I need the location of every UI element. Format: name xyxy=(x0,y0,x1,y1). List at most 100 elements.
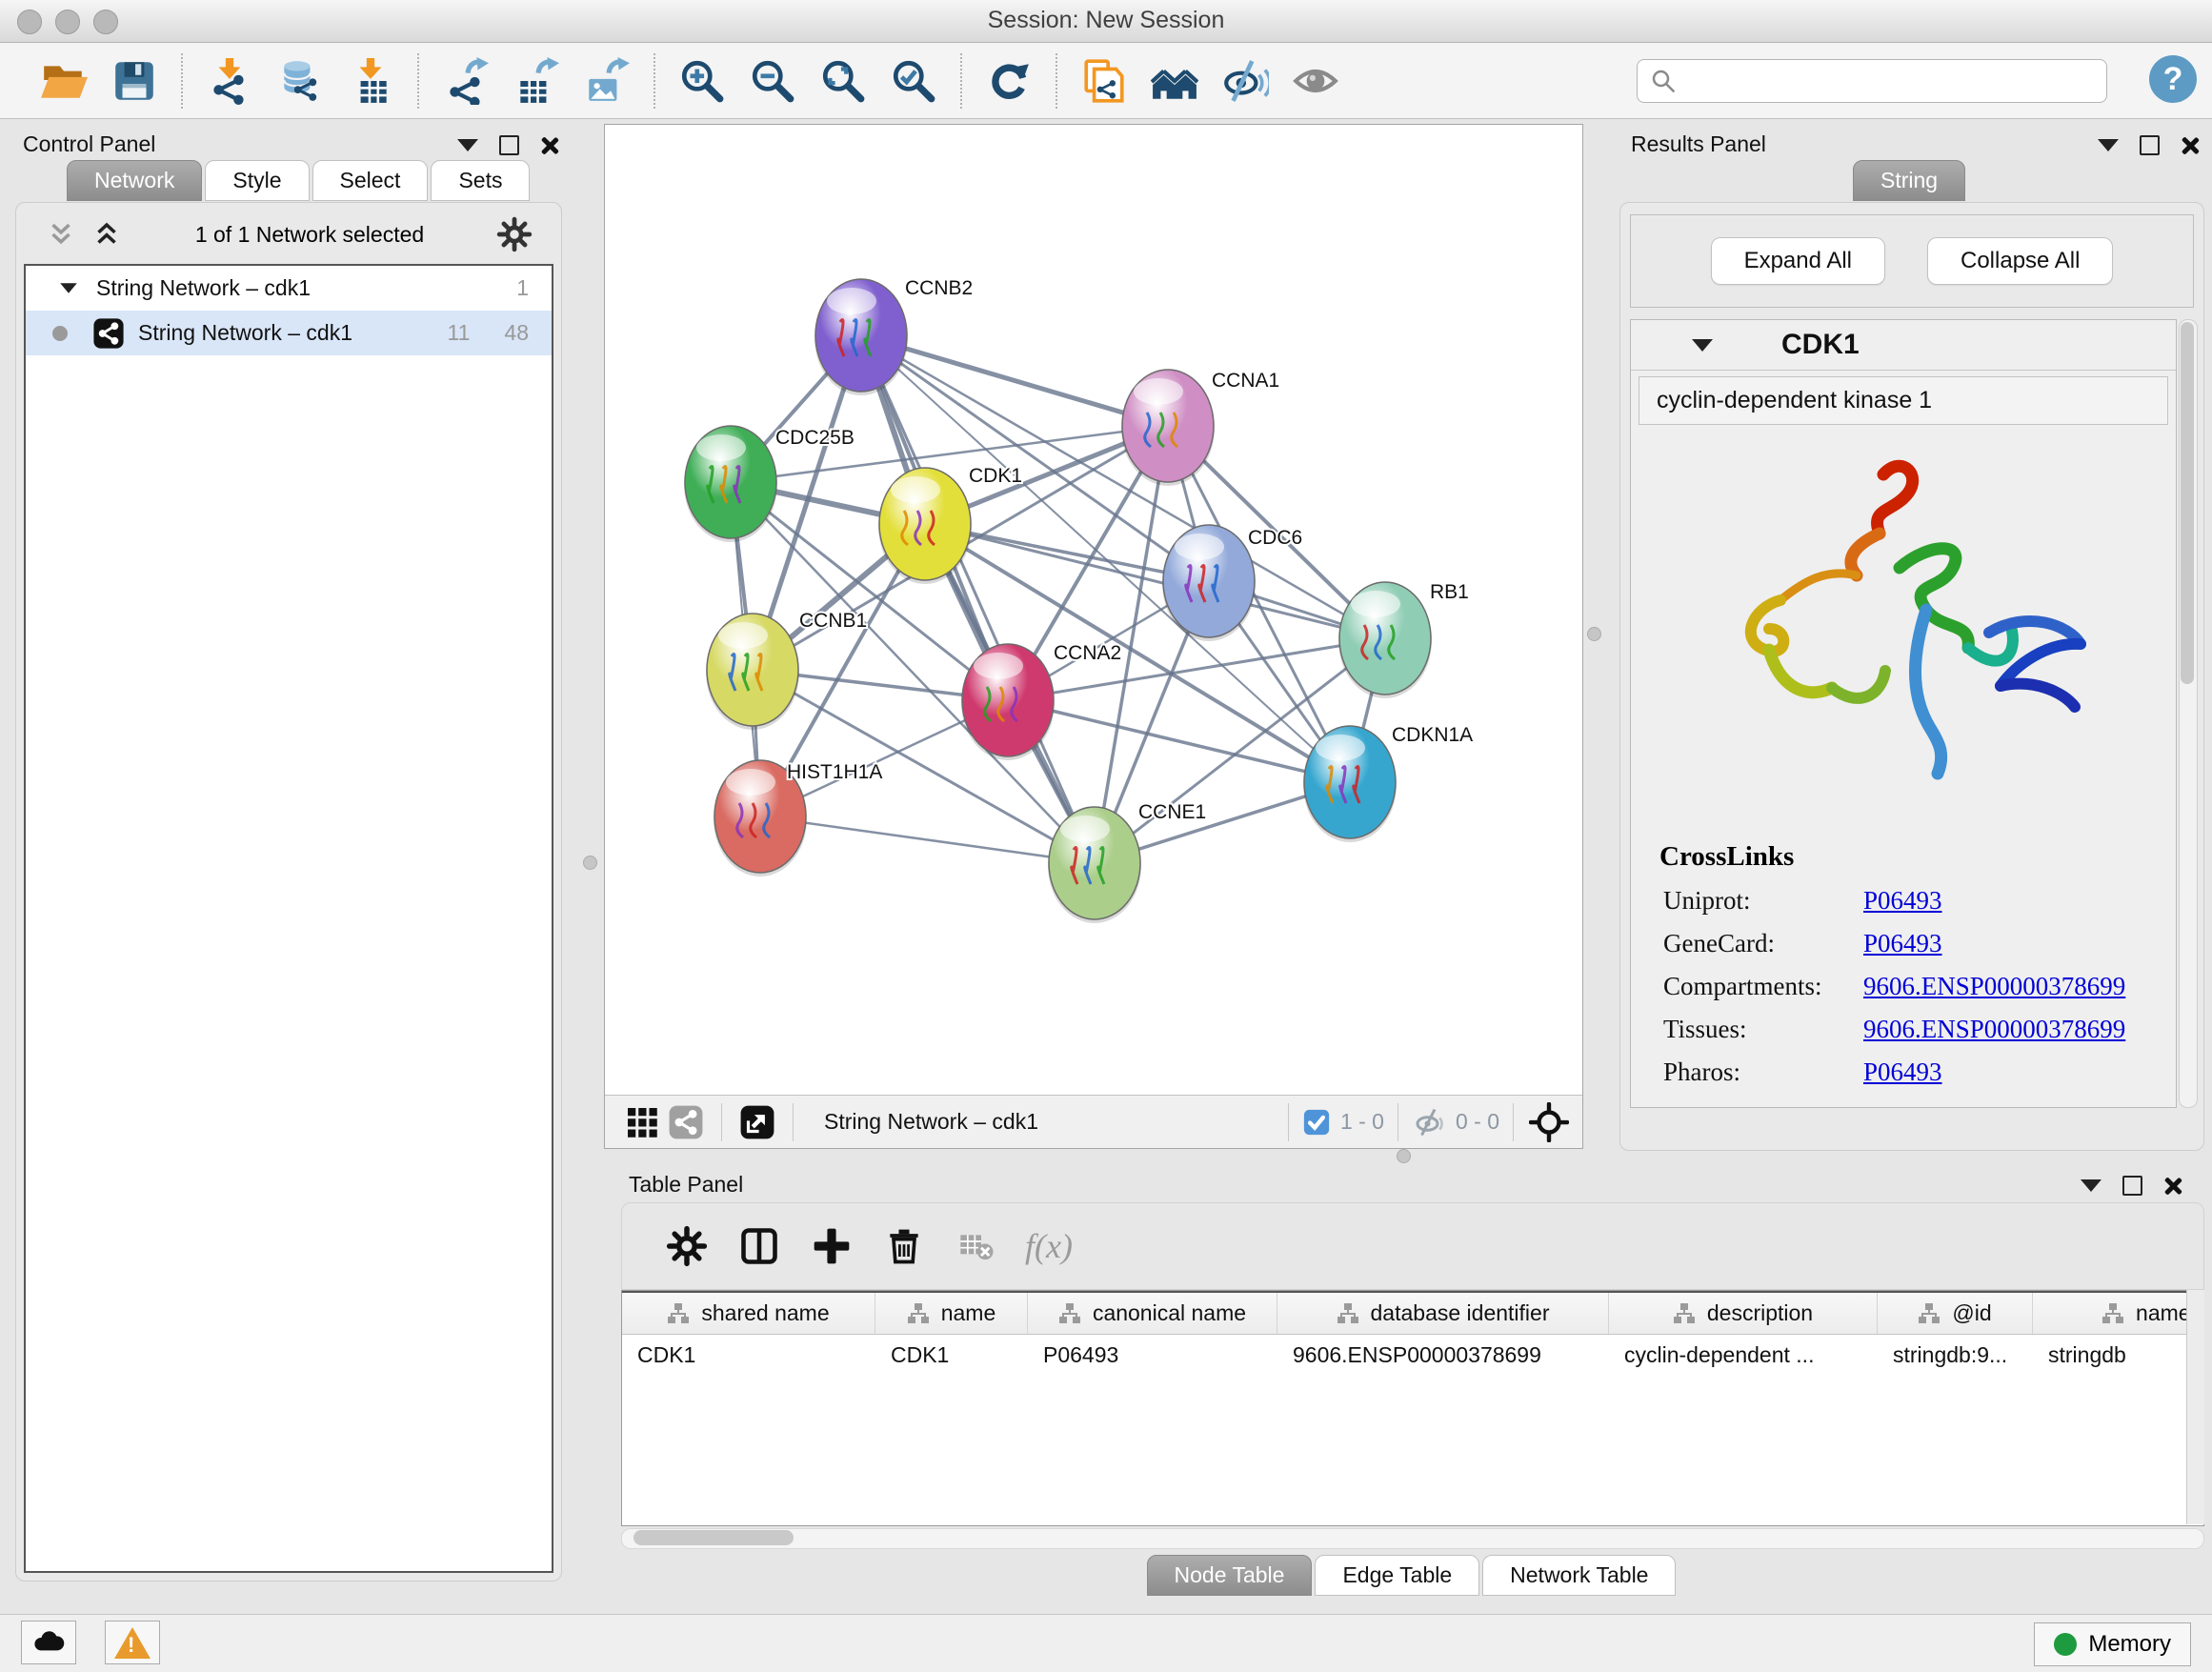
crosslink-link[interactable]: P06493 xyxy=(1863,929,1942,958)
network-view[interactable]: CCNB2 CCNA1 CDC25B CDK1 CDC6 RB1 CCNB1 xyxy=(604,124,1583,1149)
table-vscrollbar[interactable] xyxy=(2186,1290,2204,1524)
results-panel-close-icon[interactable] xyxy=(2181,136,2199,154)
column-header-namespace[interactable]: namespace xyxy=(2033,1293,2204,1334)
export-image-button[interactable] xyxy=(577,51,636,111)
zoom-selected-button[interactable] xyxy=(884,51,943,111)
tab-style[interactable]: Style xyxy=(205,160,309,201)
warnings-button[interactable] xyxy=(105,1621,160,1664)
node-ccna2[interactable]: CCNA2 xyxy=(961,642,1121,760)
table-cell[interactable]: cyclin-dependent ... xyxy=(1609,1335,1878,1368)
column-header-@id[interactable]: @id xyxy=(1878,1293,2033,1334)
control-panel-collapse-icon[interactable] xyxy=(457,139,478,151)
share-view-icon[interactable] xyxy=(664,1100,708,1144)
column-header-canonical-name[interactable]: canonical name xyxy=(1028,1293,1277,1334)
crosslink-link[interactable]: P06493 xyxy=(1863,1058,1942,1087)
help-button[interactable]: ? xyxy=(2149,55,2197,103)
table-panel-collapse-icon[interactable] xyxy=(2081,1179,2101,1192)
open-session-button[interactable] xyxy=(34,51,93,111)
table-cell[interactable]: stringdb:9... xyxy=(1878,1335,2033,1368)
import-table-from-file-button[interactable] xyxy=(341,51,400,111)
import-network-from-file-button[interactable] xyxy=(200,51,259,111)
control-panel-close-icon[interactable] xyxy=(540,136,558,154)
expand-all-button[interactable]: Expand All xyxy=(1711,237,1885,285)
open-in-new-window-icon[interactable] xyxy=(735,1100,779,1144)
tab-select[interactable]: Select xyxy=(312,160,429,201)
tab-string[interactable]: String xyxy=(1853,160,1965,201)
refresh-view-button[interactable] xyxy=(979,51,1038,111)
gear-icon[interactable] xyxy=(496,216,533,252)
tree-expand-icon[interactable] xyxy=(60,283,77,292)
search-input[interactable] xyxy=(1683,68,2106,94)
zoom-fit-button[interactable] xyxy=(814,51,873,111)
column-header-description[interactable]: description xyxy=(1609,1293,1878,1334)
tab-network-table[interactable]: Network Table xyxy=(1482,1555,1676,1596)
show-columns-button[interactable] xyxy=(732,1219,787,1274)
zoom-in-icon xyxy=(678,57,726,105)
hidden-eye-slash-icon[interactable] xyxy=(1412,1105,1446,1139)
node-cdkn1a[interactable]: CDKN1A xyxy=(1303,724,1473,842)
crosslink-link[interactable]: P06493 xyxy=(1863,886,1942,916)
results-scrollbar[interactable] xyxy=(2179,319,2198,1108)
table-settings-button[interactable] xyxy=(659,1219,714,1274)
import-network-from-database-button[interactable] xyxy=(271,51,330,111)
column-header-name[interactable]: name xyxy=(875,1293,1028,1334)
zoom-in-button[interactable] xyxy=(673,51,732,111)
section-collapse-icon[interactable] xyxy=(1692,339,1713,352)
show-graphics-details-button[interactable] xyxy=(1286,51,1345,111)
save-session-button[interactable] xyxy=(105,51,164,111)
crosslink-link[interactable]: 9606.ENSP00000378699 xyxy=(1863,1015,2125,1044)
first-neighbors-button[interactable] xyxy=(1145,51,1204,111)
node-table[interactable]: shared name name canonical name database… xyxy=(621,1290,2204,1526)
control-panel-float-icon[interactable] xyxy=(499,135,519,155)
tab-node-table[interactable]: Node Table xyxy=(1147,1555,1313,1596)
tab-edge-table[interactable]: Edge Table xyxy=(1315,1555,1479,1596)
table-cell[interactable]: 9606.ENSP00000378699 xyxy=(1277,1335,1609,1368)
hide-selected-button[interactable] xyxy=(1216,51,1275,111)
network-canvas[interactable]: CCNB2 CCNA1 CDC25B CDK1 CDC6 RB1 CCNB1 xyxy=(605,125,1582,1095)
birds-eye-view-icon[interactable] xyxy=(1527,1100,1571,1144)
collapse-all-chevrons-icon[interactable] xyxy=(45,218,77,251)
results-panel-float-icon[interactable] xyxy=(2140,135,2160,155)
delete-column-button[interactable] xyxy=(876,1219,932,1274)
table-cell[interactable]: CDK1 xyxy=(622,1335,875,1368)
function-builder-button[interactable]: f(x) xyxy=(1021,1219,1076,1274)
tab-sets[interactable]: Sets xyxy=(431,160,530,201)
table-panel-close-icon[interactable] xyxy=(2163,1177,2182,1195)
cdk1-section-header[interactable]: CDK1 xyxy=(1631,320,2176,371)
export-network-button[interactable] xyxy=(436,51,495,111)
cloud-button[interactable] xyxy=(21,1621,76,1664)
expand-all-chevrons-icon[interactable] xyxy=(90,218,123,251)
node-cdc25b[interactable]: CDC25B xyxy=(684,426,855,542)
horizontal-splitter-grip[interactable] xyxy=(1397,1149,1411,1163)
right-splitter-grip[interactable] xyxy=(1587,627,1601,641)
results-panel-collapse-icon[interactable] xyxy=(2098,139,2119,151)
node-cdc6[interactable]: CDC6 xyxy=(1162,525,1302,641)
node-ccna1[interactable]: CCNA1 xyxy=(1121,370,1279,486)
add-column-button[interactable] xyxy=(804,1219,859,1274)
collapse-all-button[interactable]: Collapse All xyxy=(1927,237,2113,285)
node-rb1[interactable]: RB1 xyxy=(1338,581,1469,698)
zoom-out-button[interactable] xyxy=(743,51,802,111)
grid-view-icon[interactable] xyxy=(620,1100,664,1144)
memory-button[interactable]: Memory xyxy=(2034,1622,2191,1666)
selected-checkbox-icon[interactable] xyxy=(1302,1108,1331,1137)
node-ccne1[interactable]: CCNE1 xyxy=(1048,801,1206,923)
network-row[interactable]: String Network – cdk1 11 48 xyxy=(26,311,552,355)
table-cell[interactable]: stringdb xyxy=(2033,1335,2204,1368)
duplicate-network-button[interactable] xyxy=(1075,51,1134,111)
table-hscrollbar[interactable] xyxy=(621,1528,2204,1549)
tab-network[interactable]: Network xyxy=(67,160,202,201)
column-header-shared-name[interactable]: shared name xyxy=(622,1293,875,1334)
crosslink-link[interactable]: 9606.ENSP00000378699 xyxy=(1863,972,2125,1001)
table-panel-float-icon[interactable] xyxy=(2122,1176,2142,1196)
node-ccnb2[interactable]: CCNB2 xyxy=(814,277,973,395)
left-splitter-grip[interactable] xyxy=(583,856,597,870)
table-cell[interactable]: CDK1 xyxy=(875,1335,1028,1368)
export-table-button[interactable] xyxy=(507,51,566,111)
table-cell[interactable]: P06493 xyxy=(1028,1335,1277,1368)
node-hist1h1a[interactable]: HIST1H1A xyxy=(714,760,882,876)
delete-table-button[interactable] xyxy=(949,1219,1004,1274)
column-header-database-identifier[interactable]: database identifier xyxy=(1277,1293,1609,1334)
network-collection-row[interactable]: String Network – cdk1 1 xyxy=(26,266,552,311)
cloud-icon xyxy=(30,1623,68,1662)
